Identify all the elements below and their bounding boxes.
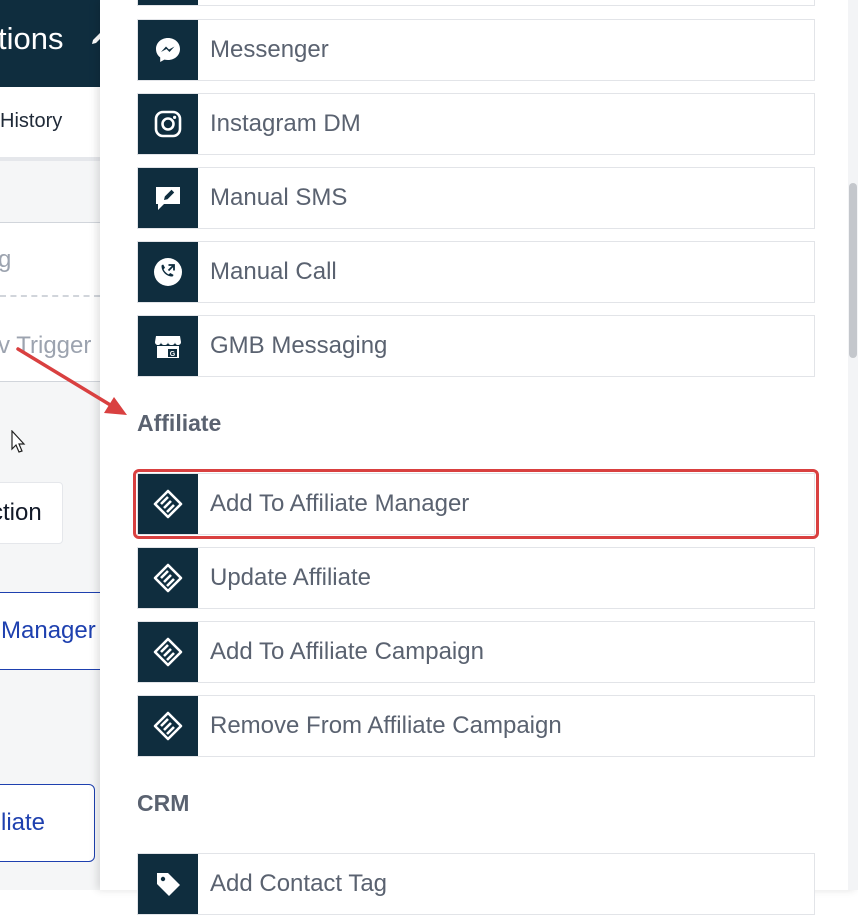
icon-tile [138, 94, 198, 154]
section-title-affiliate: Affiliate [137, 410, 222, 436]
icon-tile [138, 696, 198, 756]
action-item-add-to-affiliate-campaign[interactable]: Add To Affiliate Campaign [137, 621, 815, 683]
section-title-crm: CRM [137, 790, 190, 816]
action-item-label: GMB Messaging [210, 332, 388, 359]
icon-tile [138, 168, 198, 228]
scrollbar-thumb[interactable] [849, 183, 857, 358]
workflow-node-label: Manager [1, 617, 96, 644]
action-item-update-affiliate[interactable]: Update Affiliate [137, 547, 815, 609]
add-action-label: ction [0, 499, 42, 526]
background-header: tions [0, 0, 100, 87]
add-trigger-link[interactable]: v Trigger [0, 331, 91, 361]
action-picker-panel: Messenger Instagram DM Manual SMS Manual… [100, 0, 858, 915]
tab-history[interactable]: History [0, 108, 62, 134]
action-item-label: Instagram DM [210, 110, 361, 137]
trigger-card: g v Trigger [0, 222, 100, 382]
icon-tile [138, 548, 198, 608]
edit-pencil-icon[interactable] [90, 32, 100, 46]
action-item-label: Update Affiliate [210, 564, 372, 591]
trigger-divider [0, 295, 100, 297]
background-tabs: History [0, 87, 100, 161]
action-item-label: Remove From Affiliate Campaign [210, 712, 562, 739]
action-item-label: Add Contact Tag [210, 870, 388, 897]
instagram-icon [154, 110, 182, 138]
mouse-cursor-icon [11, 430, 26, 453]
handshake-icon [153, 563, 183, 593]
workflow-node-affiliate[interactable]: liate [0, 784, 95, 862]
icon-tile [138, 20, 198, 80]
messenger-icon [156, 38, 180, 62]
action-item-label: Messenger [210, 36, 329, 63]
tag-icon [157, 873, 180, 896]
workflow-node-label: liate [1, 809, 46, 836]
highlight-annotation-box [133, 469, 819, 539]
action-item-add-contact-tag[interactable]: Add Contact Tag [137, 853, 815, 915]
handshake-icon [153, 637, 183, 667]
icon-tile: G [138, 316, 198, 376]
svg-text:G: G [170, 351, 176, 358]
action-item-manual-call[interactable]: Manual Call [137, 241, 815, 303]
action-item-remove-from-affiliate-campaign[interactable]: Remove From Affiliate Campaign [137, 695, 815, 757]
action-icon-tile [138, 0, 198, 5]
trigger-placeholder-text: g [0, 246, 12, 273]
manual-sms-icon [156, 187, 180, 210]
add-action-button[interactable]: ction [0, 482, 63, 544]
icon-tile [138, 622, 198, 682]
action-item-instagram-dm[interactable]: Instagram DM [137, 93, 815, 155]
action-item-label: Manual SMS [210, 184, 348, 211]
icon-tile [138, 242, 198, 302]
action-item-label: Add To Affiliate Campaign [210, 638, 484, 665]
action-item-partial[interactable] [137, 0, 815, 6]
action-item-messenger[interactable]: Messenger [137, 19, 815, 81]
gmb-store-icon: G [155, 336, 181, 358]
handshake-icon [153, 711, 183, 741]
action-item-gmb-messaging[interactable]: G GMB Messaging [137, 315, 815, 377]
background-workflow-app: tions History g v Trigger ction Manager … [0, 0, 100, 890]
background-header-title: tions [0, 21, 64, 56]
icon-tile [138, 854, 198, 914]
panel-scrollbar[interactable] [848, 0, 858, 890]
workflow-node-affiliate-manager[interactable]: Manager [0, 592, 100, 670]
phone-call-icon [154, 258, 182, 286]
action-item-manual-sms[interactable]: Manual SMS [137, 167, 815, 229]
action-item-label: Manual Call [210, 258, 337, 285]
